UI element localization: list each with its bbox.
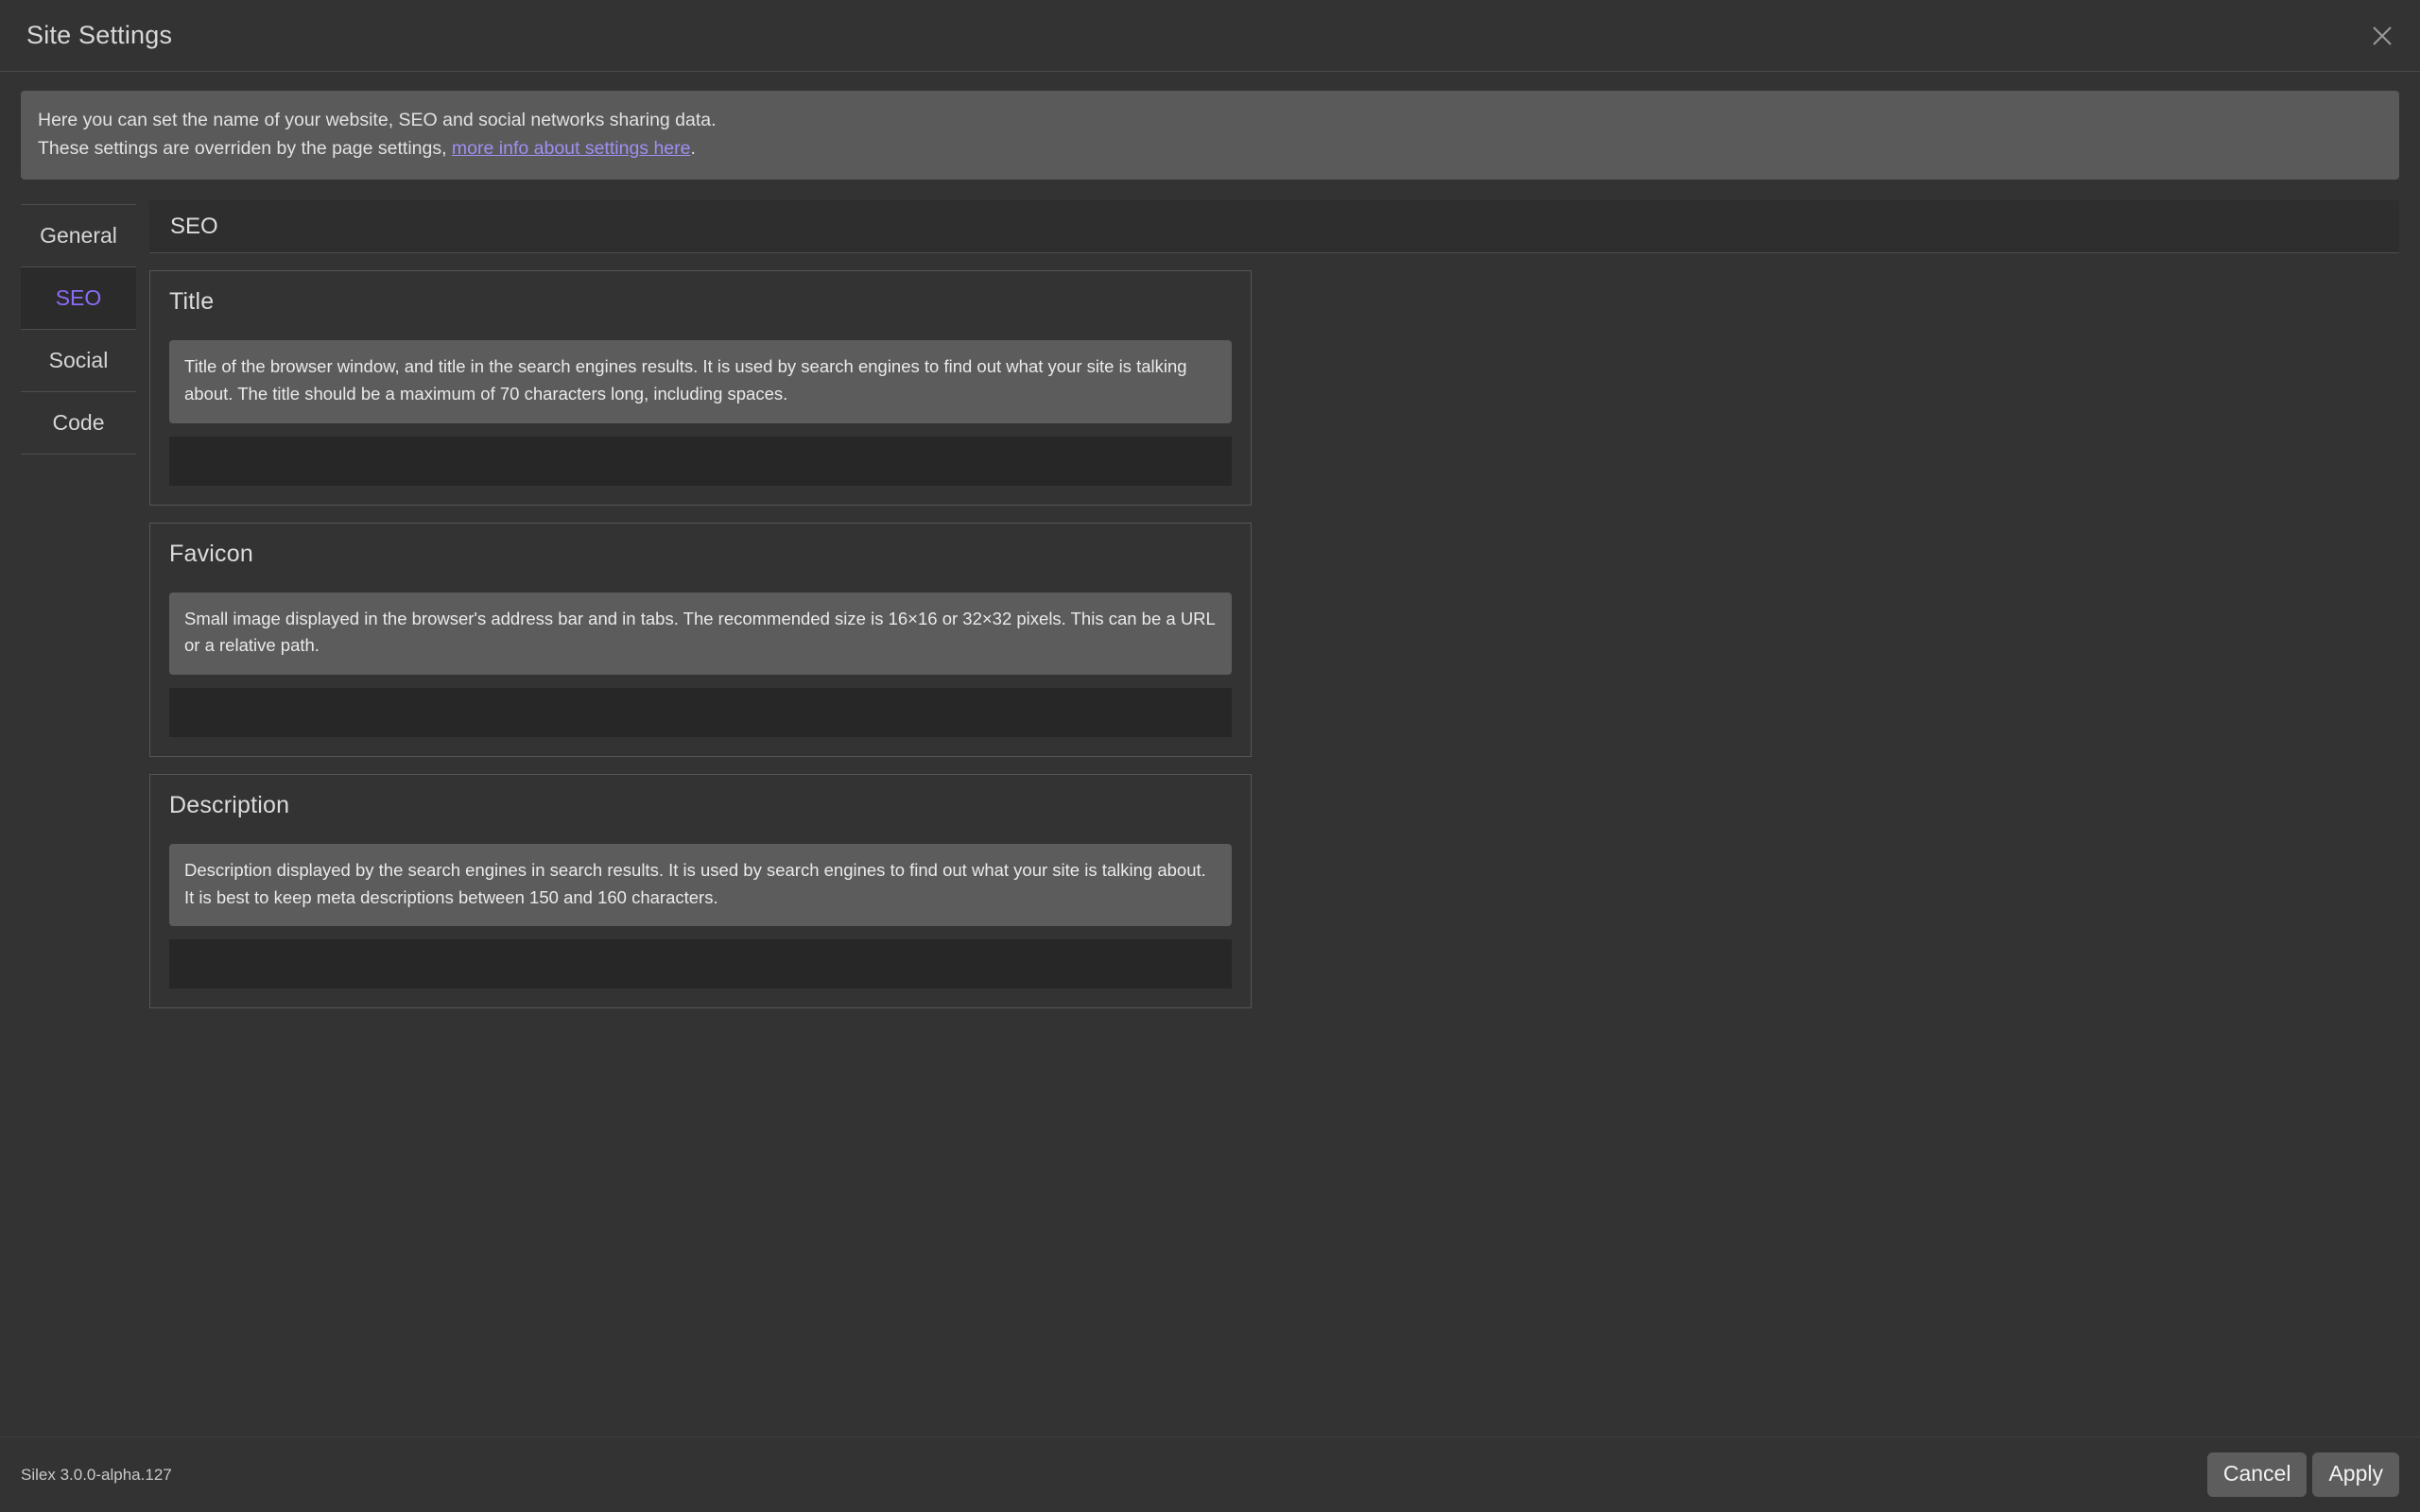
sidebar-item-label: General — [40, 223, 117, 249]
info-banner: Here you can set the name of your websit… — [21, 91, 2399, 180]
version-label: Silex 3.0.0-alpha.127 — [21, 1465, 172, 1484]
sidebar-item-label: Code — [52, 410, 105, 436]
panel-header: SEO — [149, 200, 2399, 254]
title-input[interactable] — [169, 436, 1232, 486]
sidebar-item-label: SEO — [55, 285, 102, 311]
field-help-text: Title of the browser window, and title i… — [169, 340, 1232, 423]
fieldset-grid: Title Title of the browser window, and t… — [149, 253, 2399, 1025]
info-banner-line-2: These settings are overriden by the page… — [38, 134, 2382, 163]
dialog-titlebar: Site Settings — [0, 0, 2420, 72]
panel-title: SEO — [170, 213, 218, 239]
favicon-input[interactable] — [169, 688, 1232, 738]
field-help-text: Small image displayed in the browser's a… — [169, 592, 1232, 676]
cancel-button[interactable]: Cancel — [2206, 1452, 2308, 1497]
fieldset-legend: Title — [169, 288, 215, 316]
fieldset-description: Description Description displayed by the… — [149, 774, 1252, 1009]
info-banner-line-2-prefix: These settings are overriden by the page… — [38, 138, 452, 160]
apply-button[interactable]: Apply — [2312, 1452, 2399, 1497]
dialog-body: General SEO Social Code SEO Title Title … — [0, 180, 2420, 1512]
more-info-link[interactable]: more info about settings here — [452, 138, 691, 159]
sidebar-item-label: Social — [48, 348, 109, 373]
site-settings-dialog: Site Settings Here you can set the name … — [0, 0, 2420, 1512]
footer-buttons: Cancel Apply — [2206, 1452, 2399, 1497]
sidebar-item-code[interactable]: Code — [21, 391, 136, 455]
fieldset-favicon: Favicon Small image displayed in the bro… — [149, 522, 1252, 758]
fieldset-title: Title Title of the browser window, and t… — [149, 270, 1252, 506]
sidebar-item-general[interactable]: General — [21, 204, 136, 268]
info-banner-line-1: Here you can set the name of your websit… — [38, 110, 717, 130]
fieldset-legend: Favicon — [169, 540, 253, 567]
sidebar-item-seo[interactable]: SEO — [21, 266, 136, 331]
dialog-footer: Silex 3.0.0-alpha.127 Cancel Apply — [0, 1436, 2420, 1512]
description-input[interactable] — [169, 939, 1232, 989]
fieldset-legend: Description — [169, 792, 290, 819]
info-banner-wrap: Here you can set the name of your websit… — [0, 72, 2420, 180]
field-help-text: Description displayed by the search engi… — [169, 844, 1232, 927]
dialog-title: Site Settings — [26, 21, 173, 49]
settings-sidebar: General SEO Social Code — [21, 200, 136, 455]
sidebar-item-social[interactable]: Social — [21, 329, 136, 393]
settings-content: SEO Title Title of the browser window, a… — [149, 200, 2399, 1025]
info-banner-line-2-suffix: . — [690, 138, 696, 160]
close-icon[interactable] — [2361, 15, 2403, 57]
